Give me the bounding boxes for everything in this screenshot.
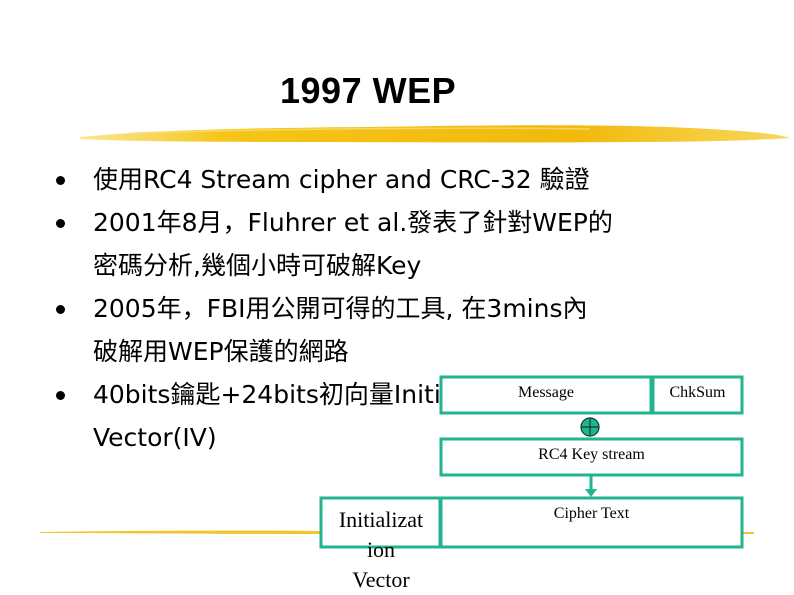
iv-label: Initializat ion Vector xyxy=(312,505,450,595)
keystream-label: RC4 Key stream xyxy=(538,446,645,463)
arrow-down-icon xyxy=(585,475,597,497)
message-label: Message xyxy=(518,384,574,401)
xor-icon xyxy=(580,417,600,437)
iv-label-line: ion xyxy=(366,537,396,562)
iv-label-line: Initializat xyxy=(338,507,424,532)
iv-label-line: Vector xyxy=(352,567,410,592)
checksum-label: ChkSum xyxy=(669,384,726,401)
ciphertext-label: Cipher Text xyxy=(553,505,630,522)
slide: 1997 WEP 使用RC4 Stream cipher and CRC-32 … xyxy=(0,0,794,595)
